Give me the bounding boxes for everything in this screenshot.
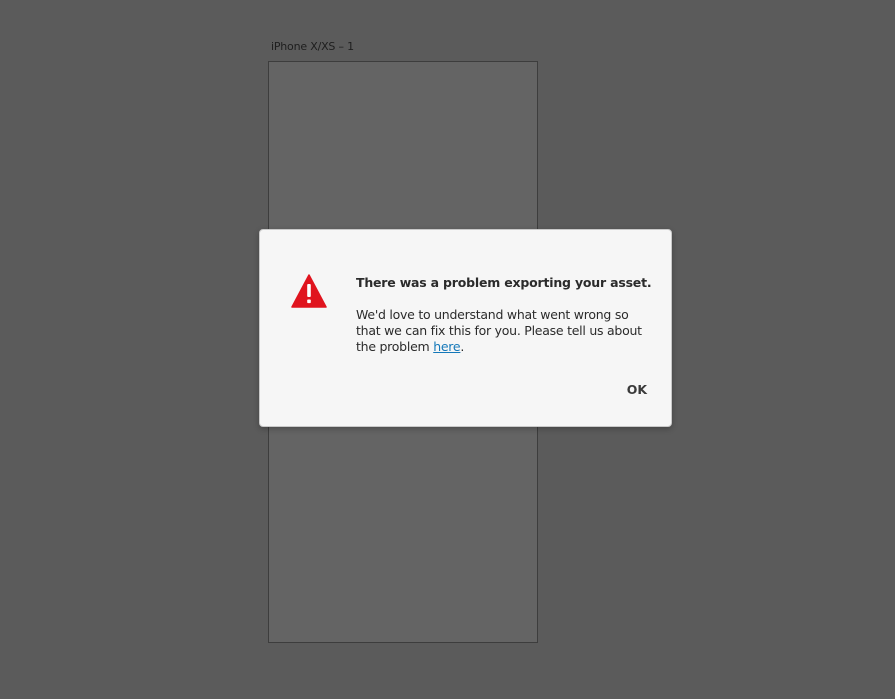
report-problem-link[interactable]: here	[433, 339, 460, 354]
artboard-label[interactable]: iPhone X/XS – 1	[271, 40, 354, 53]
warning-triangle-icon	[291, 274, 327, 308]
dialog-message-text: We'd love to understand what went wrong …	[356, 307, 642, 354]
dialog-title: There was a problem exporting your asset…	[356, 275, 652, 290]
dialog-message-end: .	[460, 339, 465, 354]
ok-button[interactable]: OK	[623, 380, 651, 399]
dialog-message: We'd love to understand what went wrong …	[356, 307, 656, 355]
export-error-dialog: There was a problem exporting your asset…	[259, 229, 672, 427]
